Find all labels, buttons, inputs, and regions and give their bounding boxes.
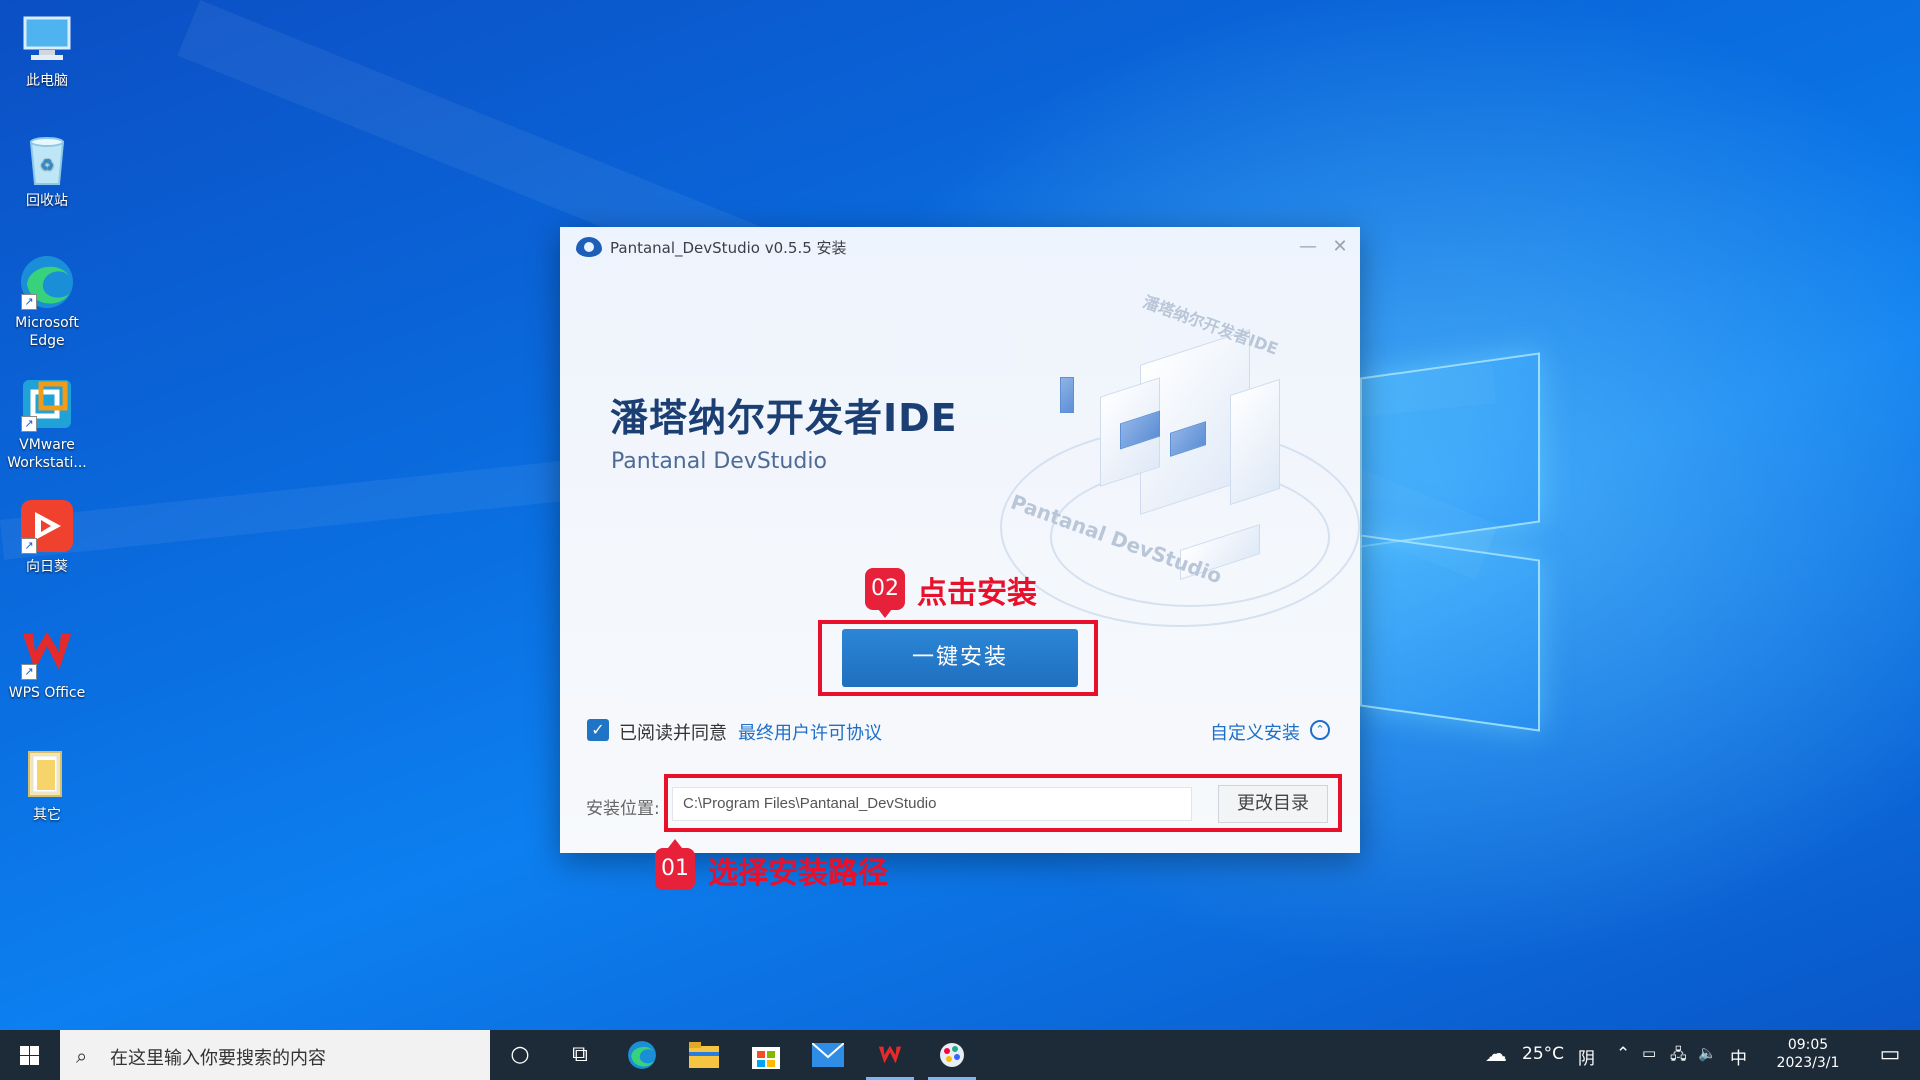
folder-icon: [19, 746, 75, 802]
desktop-icon-recycle-bin[interactable]: ♻ 回收站: [0, 132, 94, 210]
network-icon[interactable]: 🖧: [1670, 1044, 1687, 1069]
shortcut-arrow-icon: ↗: [21, 416, 37, 432]
edge-icon: ↗: [19, 254, 75, 310]
taskbar: ⌕ 在这里输入你要搜索的内容 ○ ⧉ ☁ 25°C 阴 ⌃ ▭ 🖧 🔈 中 09…: [0, 1030, 1920, 1080]
desktop-icon-sunlogin[interactable]: ↗ 向日葵: [0, 498, 94, 576]
desktop-icon-label: 其它: [33, 807, 61, 823]
install-path-label: 安装位置:: [586, 799, 660, 819]
installer-window: Pantanal_DevStudio v0.5.5 安装 — ✕ 潘塔纳尔开发者…: [560, 227, 1360, 853]
file-explorer-icon[interactable]: [674, 1030, 734, 1080]
desktop-icon-wps[interactable]: ↗ WPS Office: [0, 624, 94, 702]
desktop-icon-edge[interactable]: ↗ Microsoft Edge: [0, 254, 94, 350]
search-icon: ⌕: [76, 1044, 88, 1068]
cortana-icon[interactable]: ○: [490, 1030, 550, 1080]
store-icon[interactable]: [736, 1030, 796, 1080]
shortcut-arrow-icon: ↗: [21, 538, 37, 554]
chevron-up-icon[interactable]: ⌃: [1310, 720, 1330, 740]
shortcut-arrow-icon: ↗: [21, 664, 37, 680]
annotation-text-step2: 点击安装: [917, 576, 1037, 611]
edge-taskbar-icon[interactable]: [612, 1030, 672, 1080]
search-placeholder: 在这里输入你要搜索的内容: [110, 1048, 326, 1069]
start-button[interactable]: [0, 1030, 60, 1080]
agree-checkbox[interactable]: ✓: [587, 719, 609, 741]
desktop-icon-label: WPS Office: [8, 685, 86, 701]
annotation-box-path: [664, 774, 1342, 832]
minimize-button[interactable]: —: [1294, 233, 1322, 261]
close-button[interactable]: ✕: [1326, 233, 1354, 261]
sunlogin-icon: ↗: [19, 498, 75, 554]
clock-time: 09:05: [1787, 1037, 1829, 1053]
window-title: Pantanal_DevStudio v0.5.5 安装: [610, 239, 847, 257]
desktop: 此电脑 ♻ 回收站 ↗ Microsoft Edge ↗ VMware Work…: [0, 0, 1920, 1030]
desktop-icon-vmware[interactable]: ↗ VMware Workstati...: [0, 376, 94, 472]
custom-install-link[interactable]: 自定义安装: [1210, 719, 1300, 745]
mail-icon[interactable]: [798, 1030, 858, 1080]
desktop-icon-label: 向日葵: [26, 559, 68, 575]
desktop-icon-this-pc[interactable]: 此电脑: [0, 12, 94, 90]
computer-icon: [19, 12, 75, 68]
desktop-icon-label: Microsoft Edge: [15, 315, 79, 349]
product-title: 潘塔纳尔开发者IDE: [610, 396, 958, 440]
weather-cloud-icon[interactable]: ☁: [1476, 1030, 1516, 1080]
weather-condition[interactable]: 阴: [1578, 1044, 1595, 1069]
annotation-box-install: [818, 620, 1098, 696]
taskbar-search-box[interactable]: ⌕ 在这里输入你要搜索的内容: [60, 1030, 490, 1080]
ime-indicator[interactable]: 中: [1730, 1044, 1747, 1069]
desktop-icon-label: VMware Workstati...: [7, 437, 87, 471]
wps-taskbar-icon[interactable]: [860, 1030, 920, 1080]
taskbar-clock[interactable]: 09:05 2023/3/1: [1764, 1036, 1852, 1072]
weather-temperature[interactable]: 25°C: [1522, 1044, 1564, 1064]
desktop-icon-label: 回收站: [26, 193, 68, 209]
desktop-icon-other-folder[interactable]: 其它: [0, 746, 94, 824]
windows-logo-wallpaper: [1360, 352, 1540, 735]
annotation-text-step1: 选择安装路径: [708, 856, 888, 891]
desktop-icon-label: 此电脑: [26, 73, 68, 89]
installer-taskbar-icon[interactable]: [922, 1030, 982, 1080]
vmware-icon: ↗: [19, 376, 75, 432]
annotation-badge-step2: 02: [865, 568, 905, 618]
notification-icon[interactable]: ▭: [1860, 1030, 1920, 1080]
eula-link[interactable]: 最终用户许可协议: [738, 719, 882, 745]
chevron-up-icon[interactable]: ⌃: [1616, 1044, 1630, 1064]
windows-icon: [20, 1046, 39, 1065]
clock-date: 2023/3/1: [1776, 1055, 1840, 1071]
product-subtitle: Pantanal DevStudio: [611, 449, 827, 474]
shortcut-arrow-icon: ↗: [21, 294, 37, 310]
installer-titlebar[interactable]: Pantanal_DevStudio v0.5.5 安装 — ✕: [560, 227, 1360, 267]
annotation-badge-step1: 01: [655, 839, 695, 890]
agree-label: 已阅读并同意: [619, 723, 727, 744]
recycle-bin-icon: ♻: [19, 132, 75, 188]
volume-icon[interactable]: 🔈: [1698, 1044, 1717, 1062]
pantanal-logo-icon: [576, 237, 602, 257]
svg-text:♻: ♻: [40, 155, 54, 174]
wps-icon: ↗: [19, 624, 75, 680]
battery-icon[interactable]: ▭: [1642, 1044, 1656, 1062]
task-view-icon[interactable]: ⧉: [550, 1030, 610, 1080]
